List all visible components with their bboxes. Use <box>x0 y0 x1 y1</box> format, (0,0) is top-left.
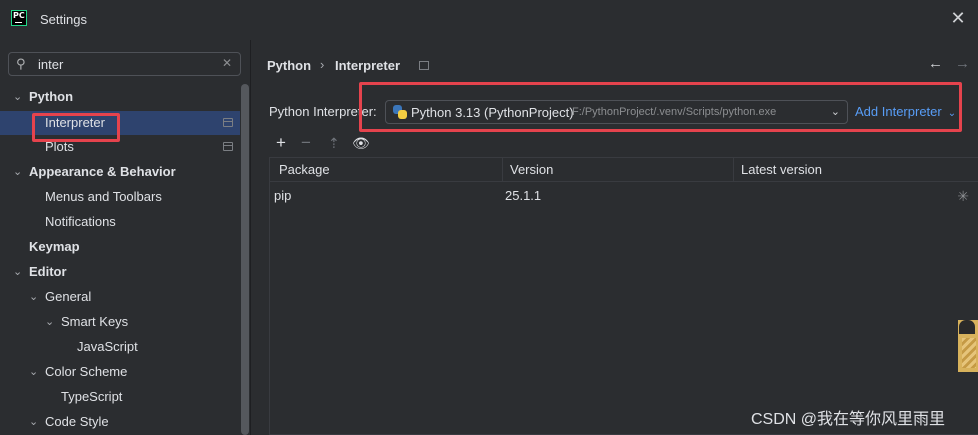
sidebar-item-code-style[interactable]: ⌄ Code Style <box>0 410 240 434</box>
sidebar-item-label: TypeScript <box>61 389 123 404</box>
breadcrumb-python[interactable]: Python <box>267 58 311 73</box>
chevron-down-icon[interactable]: ⌄ <box>29 360 38 384</box>
chevron-down-icon[interactable]: ⌄ <box>13 160 22 184</box>
project-scope-icon <box>419 61 429 70</box>
chevron-down-icon[interactable]: ⌄ <box>29 410 38 434</box>
sidebar-item-label: Keymap <box>29 239 80 254</box>
sidebar-item-smart-keys[interactable]: ⌄ Smart Keys <box>0 310 240 334</box>
sidebar-item-typescript[interactable]: TypeScript <box>0 385 240 409</box>
close-icon[interactable]: ✕ <box>946 6 970 30</box>
packages-table: Package Version Latest version pip 25.1.… <box>269 157 978 435</box>
sidebar-item-appearance-behavior[interactable]: ⌄ Appearance & Behavior <box>0 160 240 184</box>
settings-search-input[interactable]: ⚲ inter ✕ <box>8 52 241 76</box>
sidebar-item-label: JavaScript <box>77 339 138 354</box>
sidebar-item-javascript[interactable]: JavaScript <box>0 335 240 359</box>
sidebar-item-color-scheme[interactable]: ⌄ Color Scheme <box>0 360 240 384</box>
watermark-text: CSDN @我在等你风里雨里 <box>751 411 946 428</box>
pycharm-logo-icon: PC <box>11 10 27 26</box>
column-header-version[interactable]: Version <box>510 162 553 177</box>
chevron-down-icon[interactable]: ⌄ <box>13 260 22 284</box>
sidebar-item-label: Editor <box>29 264 67 279</box>
search-icon: ⚲ <box>16 56 26 71</box>
sidebar-scrollbar[interactable] <box>241 84 249 435</box>
column-divider[interactable] <box>502 158 503 182</box>
table-header: Package Version Latest version <box>270 158 978 182</box>
search-value: inter <box>38 57 64 72</box>
highlight-box-interpreter-item <box>32 113 120 142</box>
add-package-icon[interactable]: + <box>276 134 286 152</box>
sidebar-item-menus-toolbars[interactable]: Menus and Toolbars <box>0 185 240 209</box>
cell-package[interactable]: pip <box>274 188 291 203</box>
column-divider[interactable] <box>733 158 734 182</box>
sidebar-item-notifications[interactable]: Notifications <box>0 210 240 234</box>
cell-version[interactable]: 25.1.1 <box>505 188 541 203</box>
floating-avatar-image <box>958 320 978 372</box>
settings-sidebar: ⚲ inter ✕ ⌄ Python Interpreter Plots ⌄ A… <box>0 40 250 435</box>
window-title: Settings <box>40 12 87 27</box>
sidebar-item-general[interactable]: ⌄ General <box>0 285 240 309</box>
sidebar-item-label: Code Style <box>45 414 109 429</box>
chevron-down-icon[interactable]: ⌄ <box>29 285 38 309</box>
loading-spinner-icon: ✳ <box>957 188 969 204</box>
sidebar-item-editor[interactable]: ⌄ Editor <box>0 260 240 284</box>
column-header-latest-version[interactable]: Latest version <box>741 162 822 177</box>
sidebar-item-label: Menus and Toolbars <box>45 189 162 204</box>
remove-package-icon[interactable]: − <box>301 134 311 152</box>
chevron-down-icon[interactable]: ⌄ <box>13 85 22 109</box>
title-bar: PC Settings ✕ <box>0 0 978 40</box>
forward-arrow-icon[interactable]: → <box>955 55 970 72</box>
sidebar-item-label: Appearance & Behavior <box>29 164 176 179</box>
sidebar-item-label: Notifications <box>45 214 116 229</box>
upgrade-package-icon[interactable]: ⇡ <box>328 134 340 152</box>
sidebar-item-label: Python <box>29 89 74 104</box>
eye-icon[interactable]: 👁 <box>352 134 370 152</box>
sidebar-item-label: General <box>45 289 92 304</box>
project-scope-icon <box>223 142 233 151</box>
sidebar-item-keymap[interactable]: Keymap <box>0 235 240 259</box>
highlight-box-interpreter-row <box>359 82 962 132</box>
column-header-package[interactable]: Package <box>279 162 330 177</box>
sidebar-item-label: Smart Keys <box>61 314 129 329</box>
back-arrow-icon[interactable]: ← <box>928 55 943 72</box>
chevron-down-icon[interactable]: ⌄ <box>45 310 54 334</box>
breadcrumb-separator-icon: › <box>320 57 325 72</box>
sidebar-item-label: Color Scheme <box>45 364 128 379</box>
sidebar-item-python[interactable]: ⌄ Python <box>0 85 240 109</box>
clear-search-icon[interactable]: ✕ <box>222 56 232 70</box>
breadcrumb-interpreter: Interpreter <box>335 58 401 73</box>
project-scope-icon <box>223 118 233 127</box>
